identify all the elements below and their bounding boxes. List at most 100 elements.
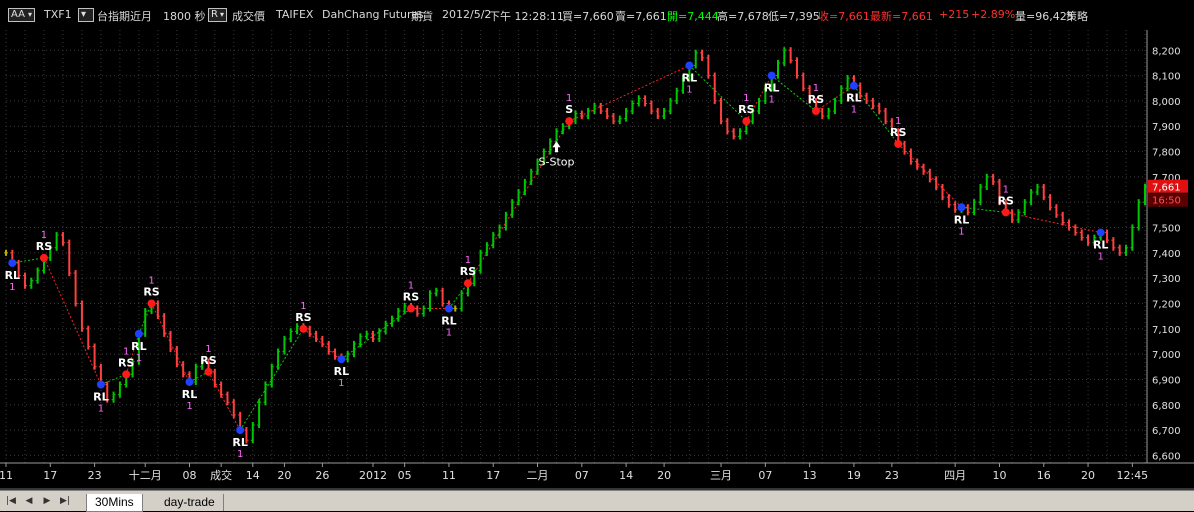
- quote-date: 2012/5/2: [442, 8, 492, 21]
- x-tick-label: 23: [885, 469, 899, 482]
- signal-label: RS: [403, 291, 419, 304]
- y-tick-label: 6,800: [1152, 401, 1181, 412]
- x-tick-label: 二月: [527, 469, 549, 482]
- interval-label: 1800 秒: [163, 10, 206, 23]
- x-tick-label: 20: [1081, 469, 1095, 482]
- price-chart[interactable]: RL11RSRL11RSRL11RSRL11RSRL11RSRL11RSRL11…: [0, 0, 1194, 490]
- price-type-selector[interactable]: R ▾: [208, 8, 227, 22]
- tab-30mins[interactable]: 30Mins: [86, 494, 143, 512]
- interval-icon[interactable]: ▾: [78, 8, 94, 22]
- signal-label: RL: [846, 92, 861, 105]
- x-tick-label: 成交: [210, 468, 232, 482]
- long-signal-dot: [96, 380, 105, 389]
- short-signal-dot: [147, 299, 156, 308]
- signal-label: RL: [334, 365, 349, 378]
- x-tick-label: 23: [88, 469, 102, 482]
- short-signal-dot: [39, 253, 48, 262]
- long-signal-dot: [849, 81, 858, 90]
- signal-label: RL: [182, 388, 197, 401]
- symbol-code: TXF1: [44, 8, 72, 21]
- signal-label: RS: [808, 93, 824, 106]
- next-tab-icon[interactable]: ▶: [40, 495, 54, 507]
- close-price: 收=7,661: [818, 10, 870, 23]
- signal-label: RS: [295, 311, 311, 324]
- tab-day-trade[interactable]: day-trade: [156, 494, 224, 511]
- x-tick-label: 08: [183, 469, 197, 482]
- x-tick-label: 17: [486, 469, 500, 482]
- bid-price: 買=7,660: [562, 10, 614, 23]
- x-tick-label: 11: [442, 469, 456, 482]
- signal-label: S: [565, 103, 573, 116]
- y-tick-label: 8,200: [1152, 46, 1181, 57]
- x-tick-label: 19: [847, 469, 861, 482]
- chart-header: AA ▾ TXF1 ▾ 台指期近月 1800 秒 R ▾ 成交價 TAIFEX Da…: [0, 0, 1194, 30]
- signal-count: 1: [958, 226, 964, 237]
- symbol-box-label: AA: [11, 9, 25, 20]
- x-tick-label: 20: [277, 469, 291, 482]
- x-tick-label: 26: [315, 469, 329, 482]
- signal-label: RL: [764, 82, 779, 95]
- long-signal-dot: [767, 71, 776, 80]
- x-axis: 11 17 23 十二月 08 成交 14 20 26 2012 05 11 17 二月 07 14 20 三月 0…: [0, 462, 1194, 490]
- y-tick-label: 6,600: [1152, 451, 1181, 462]
- quote-time: 下午 12:28:11: [489, 10, 564, 23]
- y-tick-label: 7,300: [1152, 274, 1181, 285]
- long-signal-dot: [444, 304, 453, 313]
- x-tick-label: 07: [758, 469, 772, 482]
- signal-label: RS: [36, 240, 52, 253]
- x-tick-label: 10: [992, 469, 1006, 482]
- signal-label: RL: [1093, 239, 1108, 252]
- signal-count: 1: [9, 282, 15, 293]
- signal-label: RS: [890, 126, 906, 139]
- signal-count: 1: [446, 328, 452, 339]
- x-tick-label: 14: [246, 469, 260, 482]
- sheet-tab-bar: |◀ ◀ ▶ ▶| 30Mins day-trade: [0, 490, 1194, 512]
- x-tick-label: 四月: [944, 469, 966, 482]
- x-tick-label: 11: [0, 469, 13, 482]
- signal-label: RL: [5, 269, 20, 282]
- strategy-label[interactable]: 策略: [1066, 8, 1088, 24]
- first-tab-icon[interactable]: |◀: [4, 495, 18, 507]
- signal-label: RL: [131, 340, 146, 353]
- long-signal-dot: [185, 377, 194, 386]
- x-axis-band: [0, 464, 1194, 490]
- signal-label: RL: [954, 213, 969, 226]
- long-signal-dot: [236, 426, 245, 435]
- signal-label: RS: [460, 265, 476, 278]
- short-signal-dot: [565, 117, 574, 126]
- x-tick-label: 07: [575, 469, 589, 482]
- long-signal-dot: [1096, 228, 1105, 237]
- x-tick-label: 十二月: [129, 468, 162, 482]
- signal-count: 1: [686, 84, 692, 95]
- y-tick-label: 6,900: [1152, 375, 1181, 386]
- prev-tab-icon[interactable]: ◀: [22, 495, 36, 507]
- short-signal-dot: [406, 304, 415, 313]
- last-tab-icon[interactable]: ▶|: [58, 495, 72, 507]
- x-tick-label: 05: [398, 469, 412, 482]
- contract-name: 台指期近月: [97, 10, 152, 23]
- y-tick-label: 7,500: [1152, 224, 1181, 235]
- stop-label: S-Stop: [539, 155, 575, 168]
- price-type: 成交價: [232, 10, 265, 23]
- y-tick-label: 6,700: [1152, 426, 1181, 437]
- symbol-selector[interactable]: AA ▾: [8, 8, 35, 22]
- signal-count: 1: [768, 95, 774, 106]
- signal-label: RL: [232, 436, 247, 449]
- long-signal-dot: [134, 329, 143, 338]
- signal-count: 1: [851, 105, 857, 116]
- long-signal-dot: [957, 203, 966, 212]
- short-signal-dot: [894, 139, 903, 148]
- signal-count: 1: [98, 404, 104, 415]
- signal-count: 1: [237, 449, 243, 460]
- y-tick-label: 7,200: [1152, 299, 1181, 310]
- y-tick-label: 8,000: [1152, 97, 1181, 108]
- short-signal-dot: [122, 370, 131, 379]
- signal-label: RS: [998, 194, 1014, 207]
- y-tick-label: 7,900: [1152, 122, 1181, 133]
- y-tick-label: 7,800: [1152, 148, 1181, 159]
- last-price: 最新=7,661: [870, 10, 933, 23]
- x-tick-label: 16: [1037, 469, 1051, 482]
- long-signal-dot: [685, 61, 694, 70]
- signal-count: 1: [186, 401, 192, 412]
- y-tick-label: 8,100: [1152, 72, 1181, 83]
